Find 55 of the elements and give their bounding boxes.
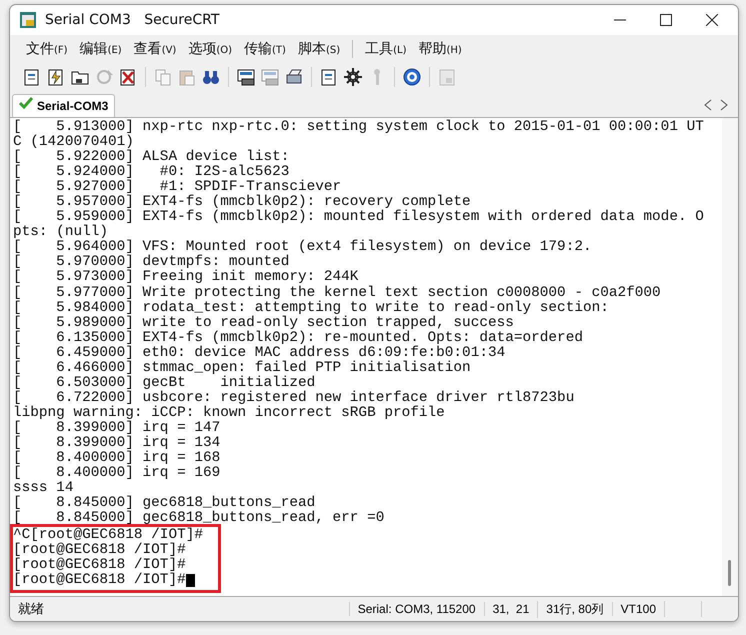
terminal-line: ssss 14 — [13, 481, 74, 496]
terminal-line: [ 5.957000] EXT4-fs (mmcblk0p2): recovery complete — [13, 195, 471, 210]
terminal-line: ^C[root@GEC6818 /IOT]# — [13, 528, 203, 544]
terminal-line: [ 6.459000] eth0: device MAC address d6:09:fe:b0:01:34 — [13, 346, 506, 361]
terminal-line: [ 6.722000] usbcore: registered new interface driver rtl8723bu — [13, 390, 576, 406]
status-field: 31行, 80列 — [537, 600, 612, 618]
menu-item[interactable]: 脚本(S) — [298, 40, 340, 58]
checkmark-icon — [19, 97, 33, 109]
menu-item[interactable]: 帮助(H) — [418, 40, 462, 58]
status-field: Serial: COM3, 115200 — [348, 602, 484, 616]
terminal-line: [ 5.989000] write to read-only section trapped, success — [13, 316, 514, 331]
maximize-icon[interactable] — [660, 14, 672, 26]
terminal-line: [ 8.399000] irq = 147 — [13, 420, 222, 436]
terminal-line: [ 5.973000] Freeing init memory: 244K — [13, 270, 360, 286]
scrollbar[interactable] — [722, 118, 738, 596]
terminal-line: [ 5.984000] rodata_test: attempting to write to read-only section: — [13, 300, 610, 316]
menu-item[interactable]: 编辑(E) — [80, 40, 122, 58]
terminal-line: [ 5.922000] ALSA device list: — [13, 150, 290, 166]
scroll-thumb[interactable] — [728, 560, 731, 586]
status-field: 31, 21 — [484, 602, 538, 616]
terminal-line: [root@GEC6818 /IOT]# — [13, 543, 186, 558]
terminal-line: [ 8.400000] irq = 168 — [13, 451, 222, 466]
gear-icon[interactable] — [343, 67, 363, 87]
terminal-icon — [19, 11, 37, 29]
terminal-line: pts: (null) — [13, 225, 108, 240]
terminal-line: [ 5.913000] nxp-rtc nxp-rtc.0: setting system clock to 2015-01-01 00:00:01 UT — [13, 120, 705, 135]
terminal-line: [ 8.399000] irq = 134 — [13, 436, 222, 451]
terminal-line: [ 5.964000] VFS: Mounted root (ext4 filesystem) on device 179:2. — [13, 240, 593, 256]
menu-item[interactable]: 工具(L) — [365, 40, 406, 58]
menu-item[interactable]: 选项(O) — [188, 40, 232, 58]
menu-item[interactable]: 查看(V) — [134, 40, 176, 58]
status-field: VT100 — [612, 602, 664, 616]
terminal-line: libpng warning: iCCP: known incorrect sRGB profile — [13, 406, 446, 421]
terminal-line: [ 5.924000] #0: I2S-alc5623 — [13, 165, 290, 180]
terminal-line: [ 8.845000] gec6818_buttons_read, err =0 — [13, 511, 386, 526]
terminal-line: [ 6.135000] EXT4-fs (mmcblk0p2): re-mounted. Opts: data=ordered — [13, 330, 584, 346]
window-title: Serial COM3 SecureCRT — [45, 12, 220, 28]
terminal-line: [ 8.845000] gec6818_buttons_read — [13, 496, 316, 512]
terminal-line: [ 5.970000] devtmpfs: mounted — [13, 255, 290, 270]
terminal-line: [ 6.503000] gecBt initialized — [13, 376, 316, 391]
menu-item[interactable]: 文件(F) — [26, 40, 68, 58]
status-field: 就绪 — [10, 600, 349, 618]
terminal-line: [ 5.959000] EXT4-fs (mmcblk0p2): mounted filesystem with ordered data mode. O — [13, 210, 705, 226]
terminal-line: C (1420070401) — [13, 135, 135, 150]
terminal-line: [ 5.927000] #1: SPDIF-Transciever — [13, 180, 342, 196]
help-icon[interactable] — [402, 67, 422, 87]
terminal-line: [ 8.400000] irq = 169 — [13, 466, 222, 482]
monitor-icon[interactable] — [236, 67, 256, 87]
terminal-line: [ 6.466000] stmmac_open: failed PTP initialisation — [13, 360, 472, 376]
menu-item[interactable]: 传输(T) — [244, 40, 286, 58]
terminal-line: [ 5.977000] Write protecting the kernel text section c0008000 - c0a2f000 — [13, 286, 662, 301]
close-icon[interactable] — [706, 14, 718, 26]
terminal-line: [root@GEC6818 /IOT]# — [13, 573, 186, 588]
session-tab[interactable]: Serial-COM3 — [12, 94, 116, 117]
terminal-line: [root@GEC6818 /IOT]# — [13, 558, 186, 574]
